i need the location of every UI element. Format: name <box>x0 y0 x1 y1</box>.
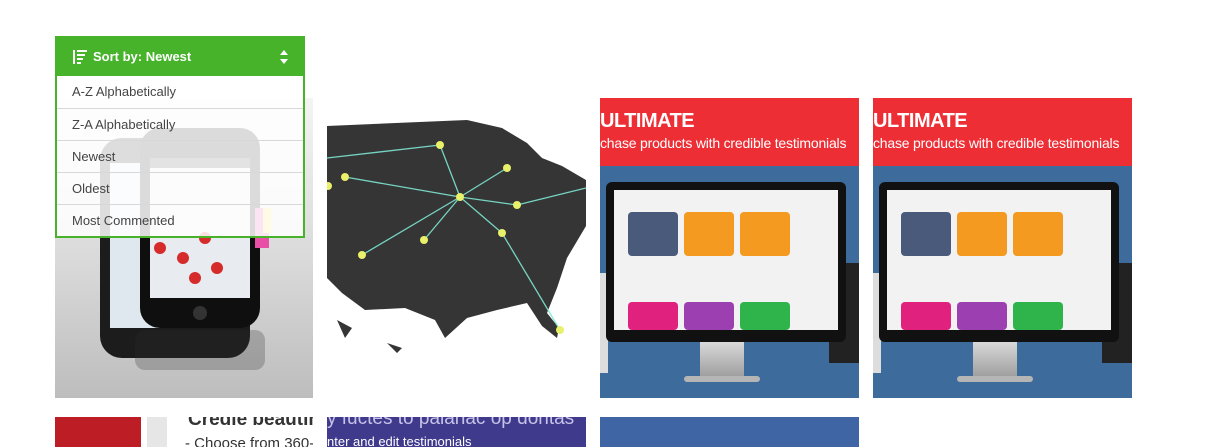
monitor-base <box>684 376 760 382</box>
sort-icon <box>73 50 87 64</box>
tile-heading: Credle beauting <box>188 417 313 430</box>
monitor-image <box>606 182 846 342</box>
monitor-base <box>957 376 1033 382</box>
monitor-stand <box>973 342 1017 378</box>
promo-banner: ULTIMATE chase products with credible te… <box>600 98 859 166</box>
sort-option-oldest[interactable]: Oldest <box>57 172 303 203</box>
banner-title: ULTIMATE <box>873 110 968 132</box>
sort-label: Sort by: Newest <box>93 49 192 64</box>
sort-option-most-commented[interactable]: Most Commented <box>57 204 303 235</box>
tile-text: nter and edit testimonials <box>327 434 472 447</box>
portfolio-tile-lower-left[interactable]: Credle beauting - Choose from 360- <box>55 417 313 447</box>
portfolio-tile-lower-right[interactable] <box>600 417 859 447</box>
sort-option-newest[interactable]: Newest <box>57 140 303 171</box>
portfolio-tile-testimonials-2[interactable]: ULTIMATE chase products with credible te… <box>873 98 1132 398</box>
grey-graphic <box>147 417 167 447</box>
red-graphic <box>55 417 141 447</box>
banner-subtitle: chase products with credible testimonial… <box>600 135 847 151</box>
sort-toggle-button[interactable]: Sort by: Newest <box>57 38 303 76</box>
promo-banner: ULTIMATE chase products with credible te… <box>873 98 1132 166</box>
monitor-stand <box>700 342 744 378</box>
banner-title: ULTIMATE <box>600 110 695 132</box>
portfolio-tile-lower-middle[interactable]: y fuctes to palanac op dontas nter and e… <box>327 417 586 447</box>
chevron-up-down-icon <box>280 50 288 64</box>
banner-subtitle: chase products with credible testimonial… <box>873 135 1120 151</box>
tile-text: - Choose from 360- <box>185 435 313 447</box>
tile-heading: y fuctes to palanac op dontas <box>327 417 575 429</box>
monitor-image <box>879 182 1119 342</box>
sort-option-za[interactable]: Z-A Alphabetically <box>57 108 303 139</box>
usa-map-image <box>327 120 586 353</box>
portfolio-tile-map[interactable] <box>327 98 586 398</box>
portfolio-tile-testimonials[interactable]: ULTIMATE chase products with credible te… <box>600 98 859 398</box>
sort-dropdown[interactable]: Sort by: Newest A-Z Alphabetically Z-A A… <box>55 36 305 238</box>
sort-option-az[interactable]: A-Z Alphabetically <box>57 76 303 107</box>
